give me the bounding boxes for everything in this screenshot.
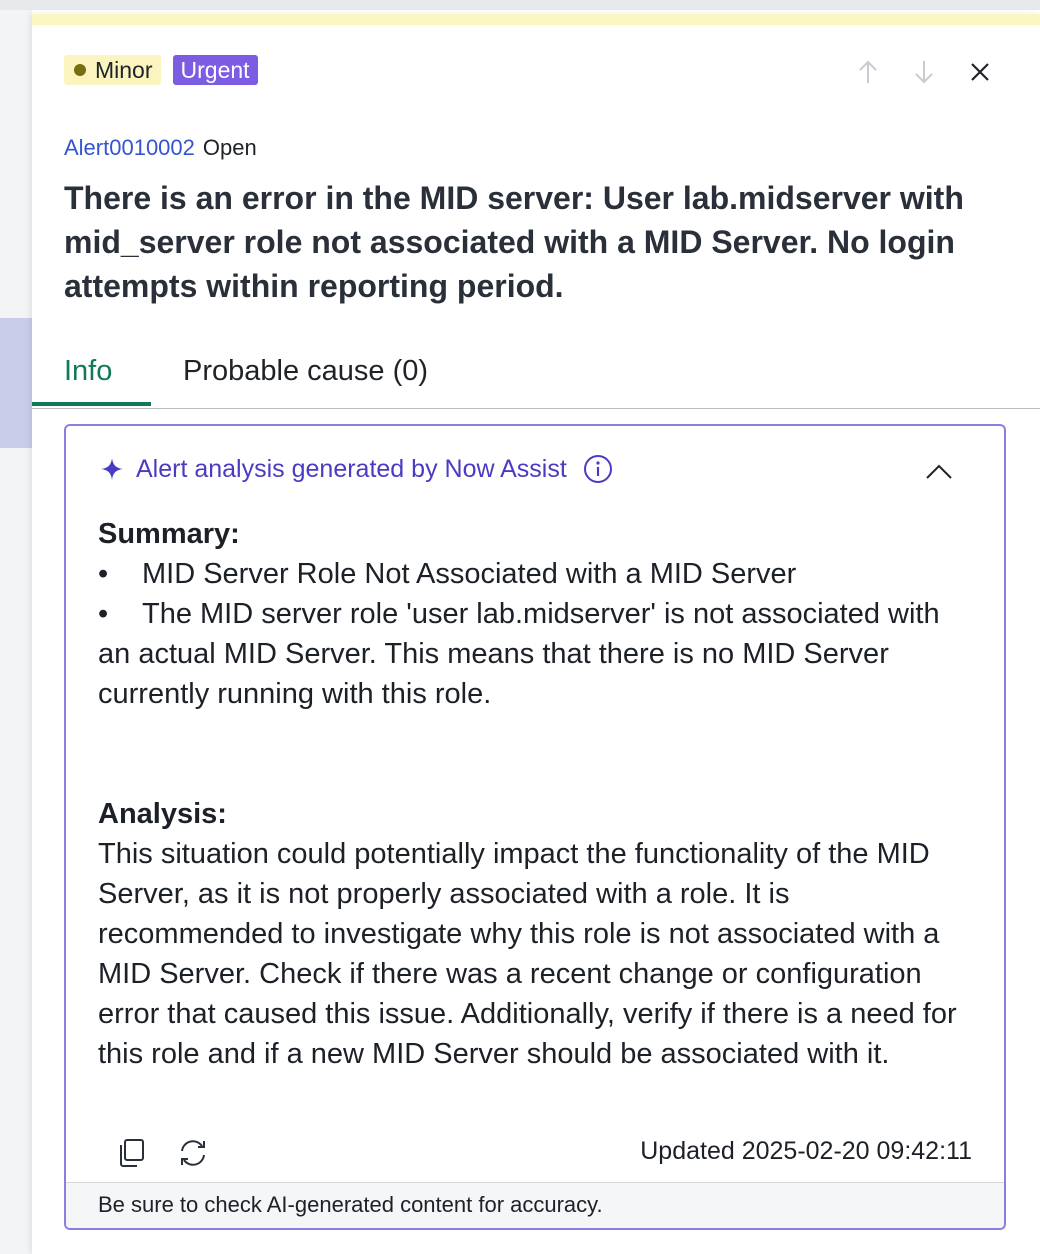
summary-item: • The MID server role 'user lab.midserver…	[98, 594, 978, 714]
badges-row: Minor Urgent	[64, 55, 258, 85]
alert-detail-panel: Minor Urgent Alert0010002 Open There is …	[32, 14, 1040, 1254]
summary-item: • MID Server Role Not Associated with a …	[98, 554, 978, 594]
analysis-actions-row: Updated 2025-02-20 09:42:11	[66, 1130, 1004, 1176]
close-icon[interactable]	[964, 56, 996, 88]
tab-bar: Info Probable cause (0)	[32, 332, 1040, 409]
alert-status: Open	[202, 135, 257, 160]
severity-label: Minor	[95, 56, 153, 83]
background-selected-row	[0, 318, 32, 448]
analysis-card-title: Alert analysis generated by Now Assist	[136, 454, 567, 483]
alert-meta: Alert0010002 Open	[64, 134, 257, 162]
refresh-icon[interactable]	[176, 1136, 210, 1170]
ai-disclaimer: Be sure to check AI-generated content fo…	[66, 1182, 1004, 1228]
background-list	[0, 10, 32, 1254]
info-icon[interactable]	[583, 454, 613, 484]
top-strip	[0, 0, 1040, 10]
summary-item-text: The MID server role 'user lab.midserver'…	[98, 598, 940, 710]
severity-dot-icon	[74, 64, 86, 76]
alert-analysis-card: Alert analysis generated by Now Assist S…	[64, 424, 1006, 1230]
analysis-heading: Analysis:	[98, 798, 227, 830]
page: Minor Urgent Alert0010002 Open There is …	[0, 0, 1040, 1254]
updated-timestamp: Updated 2025-02-20 09:42:11	[640, 1137, 972, 1165]
copy-icon[interactable]	[114, 1136, 148, 1170]
arrow-up-icon[interactable]	[852, 56, 884, 88]
analysis-content: Summary: • MID Server Role Not Associate…	[98, 514, 978, 1074]
active-tab-indicator	[32, 402, 151, 406]
panel-navigation	[852, 56, 996, 88]
alert-title: There is an error in the MID server: Use…	[64, 180, 964, 304]
alert-number-link[interactable]: Alert0010002	[64, 135, 195, 160]
priority-badge: Urgent	[172, 55, 258, 85]
severity-badge: Minor	[64, 55, 161, 85]
severity-color-bar	[32, 14, 1040, 25]
summary-item-text: MID Server Role Not Associated with a MI…	[142, 558, 797, 590]
analysis-card-header: Alert analysis generated by Now Assist	[100, 454, 613, 484]
analysis-text: This situation could potentially impact …	[98, 838, 957, 1070]
chevron-up-icon[interactable]	[922, 454, 956, 488]
bullet-icon: •	[98, 598, 109, 630]
tab-probable-cause[interactable]: Probable cause (0)	[183, 354, 428, 388]
arrow-down-icon[interactable]	[908, 56, 940, 88]
tab-info[interactable]: Info	[64, 354, 112, 388]
summary-heading: Summary:	[98, 518, 240, 550]
bullet-icon: •	[98, 558, 109, 590]
sparkle-icon	[100, 457, 124, 481]
